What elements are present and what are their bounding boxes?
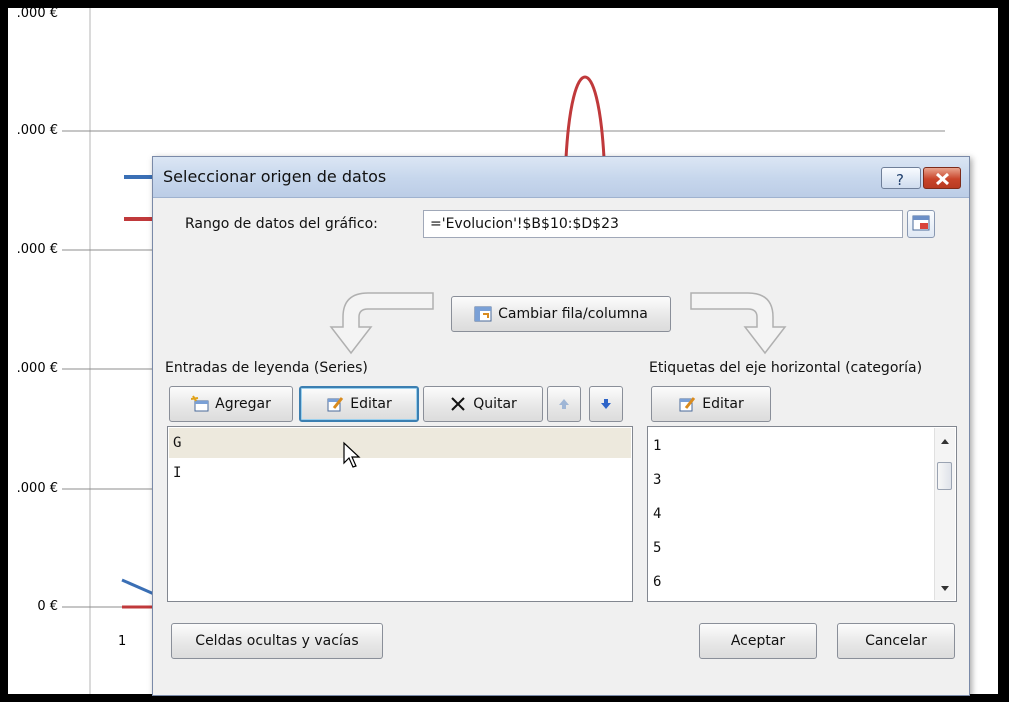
- edit-icon: [679, 397, 696, 412]
- edit-axis-labels-label: Editar: [702, 396, 744, 412]
- category-item[interactable]: 1: [649, 431, 934, 461]
- add-icon: [191, 395, 209, 412]
- edit-icon: [327, 397, 344, 412]
- move-up-button[interactable]: [547, 386, 581, 422]
- arrow-up-icon: [559, 399, 569, 409]
- vertical-scrollbar[interactable]: [934, 428, 955, 600]
- series-listbox[interactable]: G I: [167, 426, 633, 602]
- range-select-icon: [912, 215, 930, 231]
- close-icon: [935, 172, 950, 186]
- y-axis-label: 0 €: [37, 599, 58, 614]
- edit-series-button[interactable]: Editar: [299, 386, 419, 422]
- chart-data-range-input[interactable]: ='Evolucion'!$B$10:$D$23: [423, 210, 903, 238]
- series-item[interactable]: G: [169, 428, 631, 458]
- collapse-dialog-button[interactable]: [907, 210, 935, 238]
- select-data-source-dialog: Seleccionar origen de datos ? Rango de d…: [152, 156, 970, 696]
- mouse-cursor-icon: [343, 441, 361, 468]
- close-button[interactable]: [923, 167, 961, 189]
- y-axis-label: .000 €: [16, 242, 58, 257]
- right-arrow-icon: [690, 292, 787, 355]
- edit-axis-labels-button[interactable]: Editar: [651, 386, 771, 422]
- series-item[interactable]: I: [169, 458, 631, 488]
- series-blue-line: [121, 578, 155, 596]
- category-item[interactable]: 5: [649, 533, 934, 563]
- hidden-empty-cells-label: Celdas ocultas y vacías: [195, 633, 359, 649]
- y-axis-label: .000 €: [16, 6, 58, 21]
- switch-row-column-button[interactable]: Cambiar fila/columna: [451, 296, 671, 332]
- y-axis-label: .000 €: [16, 361, 58, 376]
- y-axis-label: .000 €: [16, 123, 58, 138]
- switch-row-column-icon: [474, 306, 492, 322]
- add-series-button[interactable]: Agregar: [169, 386, 293, 422]
- category-item[interactable]: 3: [649, 465, 934, 495]
- remove-icon: [451, 397, 465, 411]
- scroll-down-icon[interactable]: [935, 580, 955, 596]
- help-icon: ?: [896, 171, 904, 189]
- cancel-button[interactable]: Cancelar: [837, 623, 955, 659]
- edit-series-label: Editar: [350, 396, 392, 412]
- horizontal-axis-labels-label: Etiquetas del eje horizontal (categoría): [649, 360, 923, 376]
- help-button[interactable]: ?: [881, 167, 921, 189]
- scroll-thumb[interactable]: [937, 462, 952, 490]
- dialog-title: Seleccionar origen de datos: [163, 167, 387, 186]
- category-item[interactable]: 4: [649, 499, 934, 529]
- remove-series-button[interactable]: Quitar: [423, 386, 543, 422]
- scroll-up-icon[interactable]: [935, 434, 955, 450]
- remove-series-label: Quitar: [473, 396, 517, 412]
- svg-text:?: ?: [896, 171, 904, 189]
- y-axis-label: .000 €: [16, 481, 58, 496]
- hidden-empty-cells-button[interactable]: Celdas ocultas y vacías: [171, 623, 383, 659]
- switch-row-column-label: Cambiar fila/columna: [498, 306, 648, 322]
- move-down-button[interactable]: [589, 386, 623, 422]
- cancel-label: Cancelar: [865, 633, 927, 649]
- arrow-down-icon: [601, 399, 611, 409]
- categories-listbox[interactable]: 1 3 4 5 6: [647, 426, 957, 602]
- legend-entries-label: Entradas de leyenda (Series): [165, 360, 368, 376]
- ok-button[interactable]: Aceptar: [699, 623, 817, 659]
- x-axis-tick: 1: [118, 634, 127, 649]
- series-red-line: [564, 75, 606, 159]
- range-label: Rango de datos del gráfico:: [185, 216, 378, 232]
- add-series-label: Agregar: [215, 396, 271, 412]
- ok-label: Aceptar: [730, 633, 786, 649]
- category-item[interactable]: 6: [649, 567, 934, 597]
- left-arrow-icon: [329, 292, 434, 355]
- dialog-titlebar[interactable]: Seleccionar origen de datos ?: [153, 157, 969, 198]
